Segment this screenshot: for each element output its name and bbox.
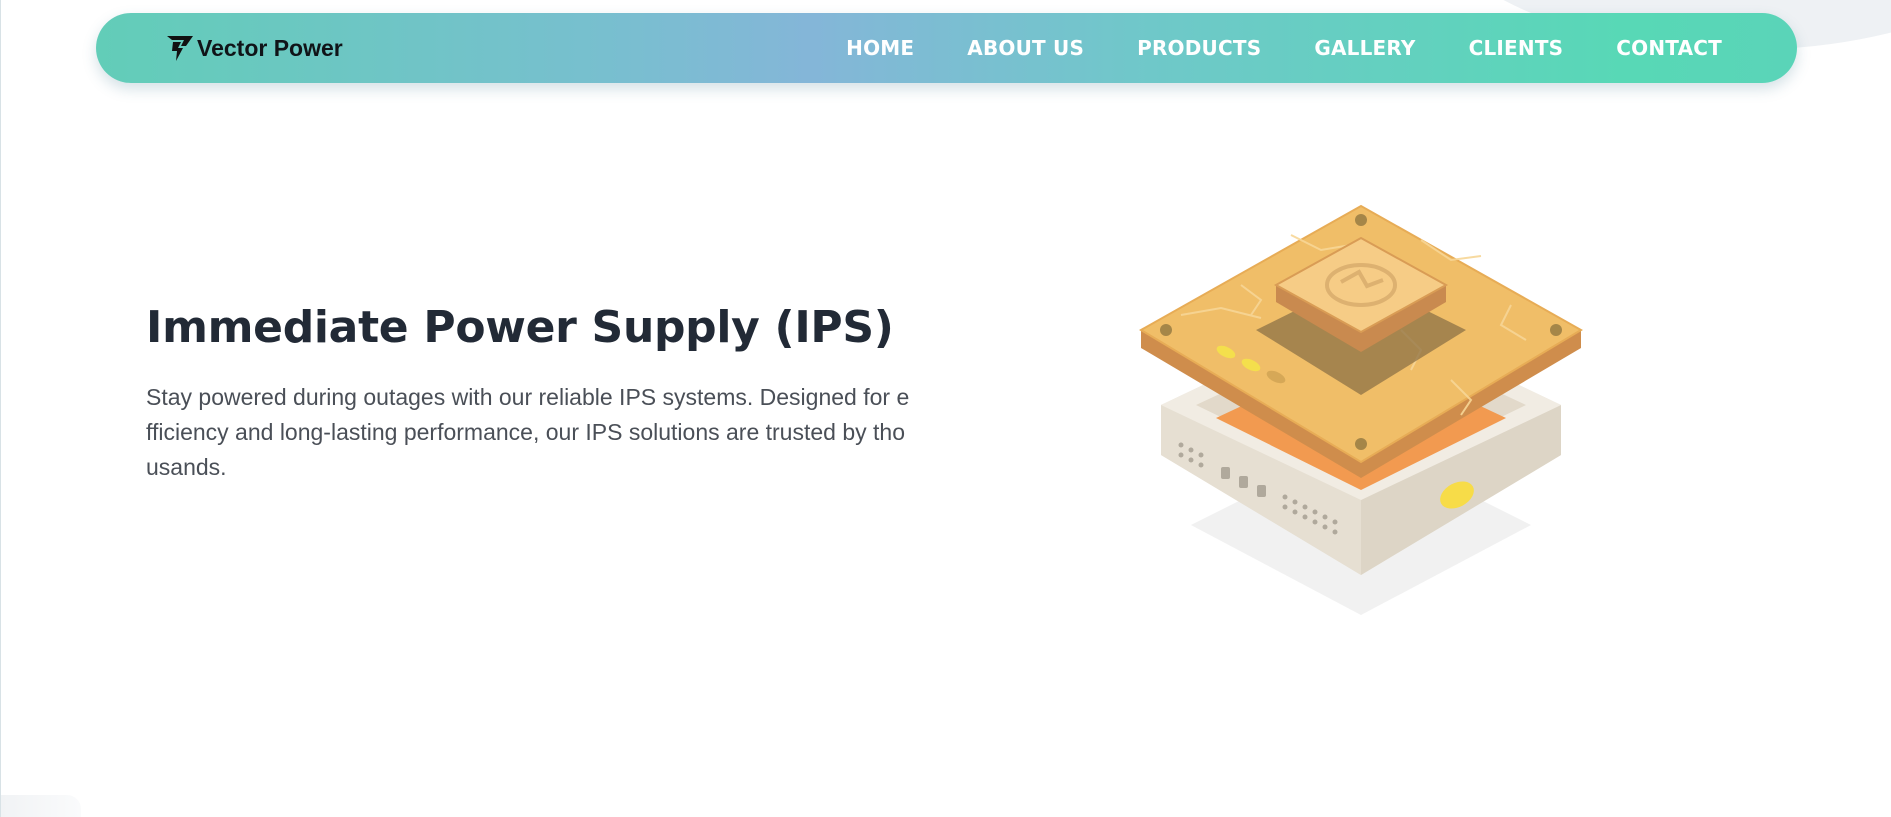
hero-title: Immediate Power Supply (IPS) xyxy=(146,302,894,353)
nav-products[interactable]: PRODUCTS xyxy=(1137,36,1261,60)
vector-lightning-icon xyxy=(167,36,193,61)
navbar: Vector Power HOME ABOUT US PRODUCTS GALL… xyxy=(96,13,1797,83)
isometric-power-unit-icon xyxy=(1139,204,1583,615)
nav-contact[interactable]: CONTACT xyxy=(1616,36,1722,60)
brand-logo[interactable]: Vector Power xyxy=(166,34,343,62)
hero-description: Stay powered during outages with our rel… xyxy=(146,384,910,480)
nav-about-us[interactable]: ABOUT US xyxy=(967,36,1084,60)
nav-clients[interactable]: CLIENTS xyxy=(1469,36,1564,60)
corner-decoration xyxy=(1,795,81,817)
page: Vector Power HOME ABOUT US PRODUCTS GALL… xyxy=(0,0,1891,817)
nav-home[interactable]: HOME xyxy=(846,36,914,60)
brand-name: Vector Power xyxy=(197,35,343,61)
nav-gallery[interactable]: GALLERY xyxy=(1314,36,1415,60)
main-nav: HOME ABOUT US PRODUCTS GALLERY CLIENTS C… xyxy=(846,13,1722,83)
